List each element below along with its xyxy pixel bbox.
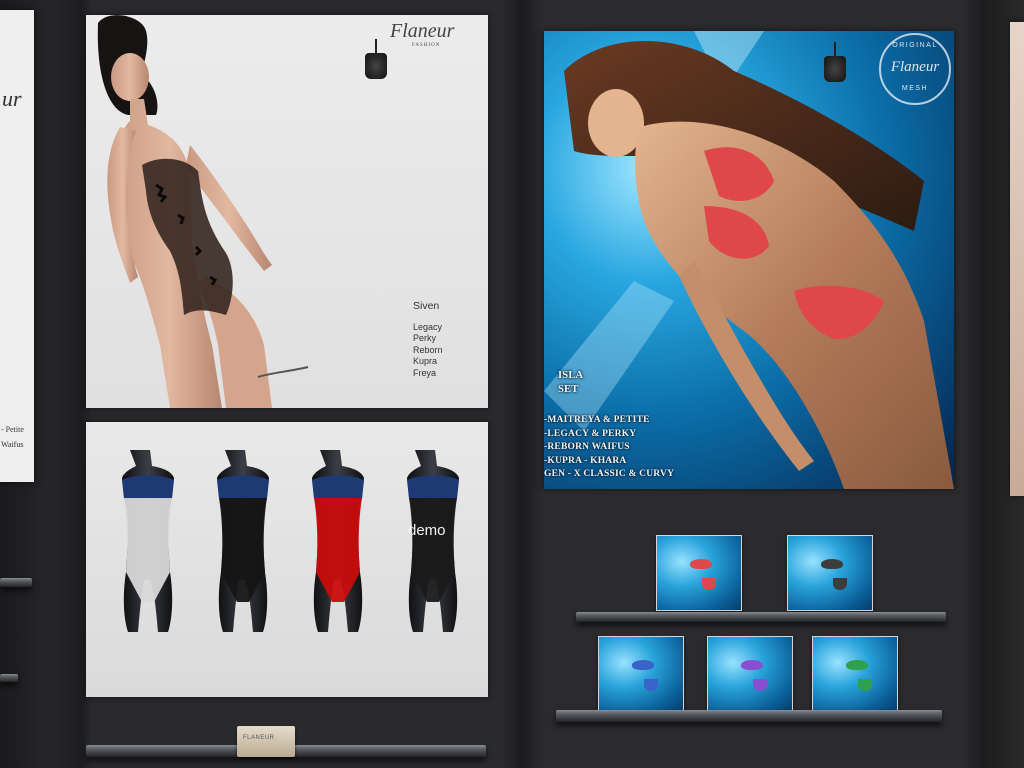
- right-upper-shelf: [576, 612, 946, 622]
- mannequin-colors-poster[interactable]: demo: [86, 422, 488, 697]
- isla-product-title: ISLA SET: [558, 370, 583, 395]
- siven-body-line: Legacy: [413, 321, 443, 332]
- siven-body-line: Freya: [413, 367, 437, 378]
- isla-body-line: GEN - X CLASSIC & CURVY: [544, 469, 675, 479]
- mannequin-chest-band: [312, 475, 364, 498]
- right-partial-poster[interactable]: [1010, 22, 1024, 496]
- small-product-box[interactable]: FLANEUR: [237, 726, 295, 757]
- store-scene: ur - Petite Waifus Flaneur FASHION Siven…: [0, 0, 1024, 768]
- vendor-bikini-bottom: [753, 679, 767, 691]
- isla-body-line: -REBORN WAIFUS: [544, 442, 630, 452]
- vendor-box[interactable]: [787, 535, 873, 611]
- siven-product-title: Siven: [413, 300, 440, 312]
- vendor-bikini-bottom: [833, 578, 847, 590]
- mannequin-bodysuit: [409, 498, 457, 602]
- vendor-bikini-top: [821, 559, 843, 569]
- left-shelf-upper: [0, 578, 32, 587]
- vendor-box[interactable]: [812, 636, 898, 712]
- vendor-bikini-bottom: [702, 578, 716, 590]
- left-poster-line-2: Waifus: [1, 440, 24, 449]
- mannequin-chest-band: [407, 475, 459, 498]
- left-poster-line-1: - Petite: [1, 425, 24, 434]
- left-partial-poster[interactable]: ur - Petite Waifus: [0, 10, 34, 482]
- left-poster-brand-fragment: ur: [2, 86, 22, 111]
- siven-hanging-lamp: [365, 39, 387, 79]
- siven-brand-logo: Flaneur FASHION: [390, 20, 455, 48]
- original-mesh-seal: ORIGINAL Flaneur MESH: [879, 33, 951, 105]
- isla-set-poster[interactable]: ORIGINAL Flaneur MESH ISLA SET -MAITREYA…: [544, 31, 954, 489]
- siven-body-line: Reborn: [413, 344, 443, 355]
- vendor-bikini-bottom: [644, 679, 658, 691]
- siven-poster[interactable]: Flaneur FASHION Siven Legacy Perky Rebor…: [86, 15, 488, 408]
- vendor-box[interactable]: [598, 636, 684, 712]
- vendor-bikini-top: [632, 660, 654, 670]
- vendor-box[interactable]: [707, 636, 793, 712]
- vendor-bikini-top: [846, 660, 868, 670]
- isla-body-line: -LEGACY & PERKY: [544, 428, 637, 439]
- isla-body-line: -MAITREYA & PETITE: [544, 415, 650, 425]
- isla-body-line: -KUPRA - KHARA: [544, 455, 627, 466]
- vendor-bikini-top: [690, 559, 712, 569]
- vendor-bikini-bottom: [858, 679, 872, 691]
- mannequin-bodysuit: [314, 498, 362, 602]
- mannequin-bodysuit: [219, 498, 267, 602]
- vendor-box[interactable]: [656, 535, 742, 611]
- mannequin-bodysuit: [124, 498, 172, 602]
- siven-product-info: Siven Legacy Perky Reborn Kupra Freya: [413, 300, 443, 379]
- demo-label: demo: [408, 522, 446, 539]
- isla-hanging-lamp: [824, 42, 846, 82]
- mannequin-chest-band: [217, 475, 269, 498]
- bodysuit-layer: [122, 475, 459, 602]
- mannequin-chest-band: [122, 475, 174, 498]
- siven-body-line: Kupra: [413, 356, 438, 366]
- left-shelf-lower: [0, 674, 18, 682]
- siven-body-line: Perky: [413, 333, 437, 343]
- vendor-bikini-top: [741, 660, 763, 670]
- right-lower-shelf: [556, 710, 942, 722]
